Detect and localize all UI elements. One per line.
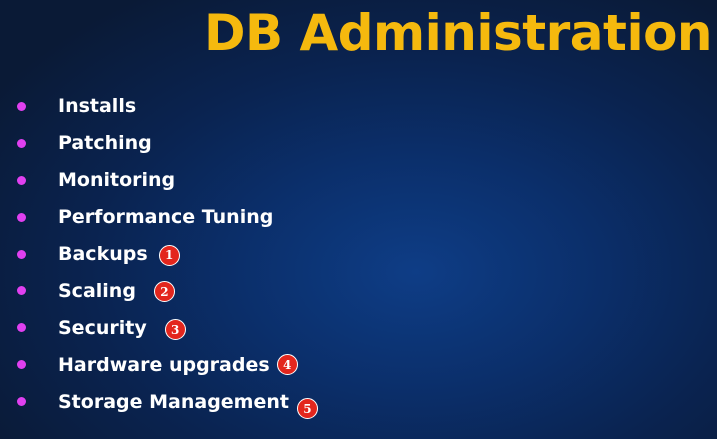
bullet-dot-icon — [17, 101, 26, 111]
list-item-patching: Patching — [0, 125, 318, 162]
list-item-hardware-upgrades: Hardware upgrades 4 — [0, 346, 318, 383]
bullet-dot-icon — [17, 323, 26, 333]
number-badge: 3 — [164, 319, 186, 341]
list-item-scaling: Scaling 2 — [0, 272, 318, 309]
list-item-label: Patching — [58, 132, 152, 155]
list-item-label: Monitoring — [58, 169, 176, 192]
list-item-label: Backups — [58, 243, 148, 265]
bullet-dot-icon — [17, 397, 26, 407]
bullet-dot-icon — [17, 175, 26, 185]
list-item-label: Performance Tuning — [58, 206, 274, 229]
list-item-monitoring: Monitoring — [0, 162, 318, 199]
list-item-security: Security 3 — [0, 309, 318, 346]
list-item-label: Storage Management — [58, 390, 289, 413]
list-item-performance-tuning: Performance Tuning — [0, 199, 318, 236]
bullet-dot-icon — [17, 249, 26, 259]
slide-title: DB Administration — [204, 4, 713, 62]
number-badge: 1 — [158, 244, 180, 266]
list-item-backups: Backups 1 — [0, 236, 318, 273]
number-badge: 5 — [296, 398, 318, 420]
list-item-label: Security — [58, 316, 147, 339]
list-item-storage-management: Storage Management 5 — [0, 383, 318, 420]
bullet-list: Installs Patching Monitoring Performance… — [0, 88, 318, 420]
number-badge: 2 — [153, 281, 175, 303]
list-item-label: Installs — [58, 95, 137, 118]
list-item-label: Scaling — [58, 279, 136, 302]
bullet-dot-icon — [17, 360, 26, 370]
number-badge: 4 — [276, 354, 298, 376]
bullet-dot-icon — [17, 138, 26, 148]
list-item-installs: Installs — [0, 88, 318, 125]
list-item-label: Hardware upgrades — [58, 353, 270, 376]
bullet-dot-icon — [17, 212, 26, 222]
bullet-dot-icon — [17, 286, 26, 296]
